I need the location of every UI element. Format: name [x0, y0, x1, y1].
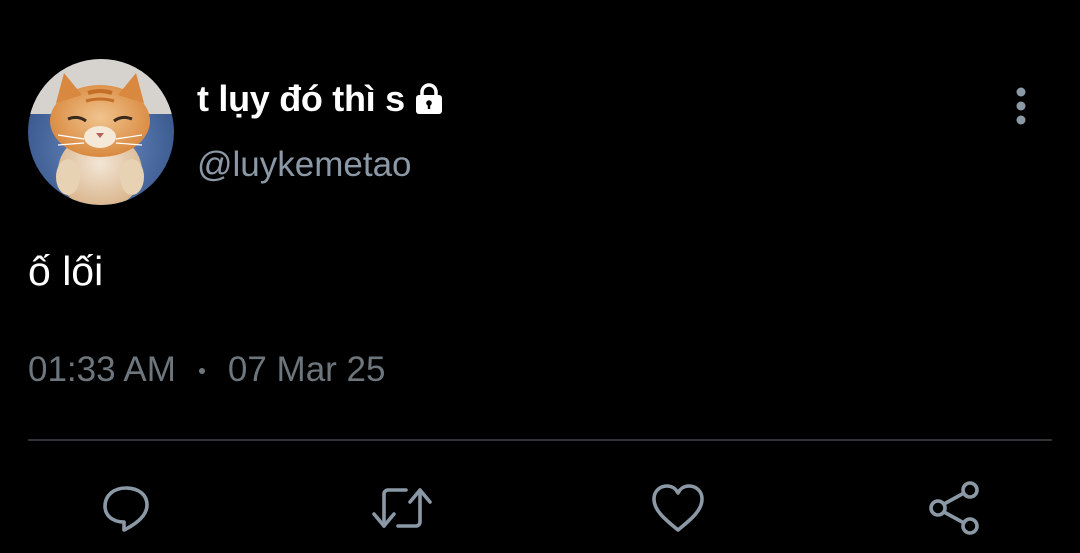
action-bar: [0, 476, 1080, 542]
user-handle[interactable]: @luykemetao: [197, 145, 412, 185]
tweet-timestamp[interactable]: 01:33 AM 07 Mar 25: [28, 350, 385, 390]
more-options-button[interactable]: [1000, 84, 1042, 128]
display-name-text: t lụy đó thì s: [197, 78, 405, 119]
tweet-time: 01:33 AM: [28, 350, 176, 389]
tweet-date: 07 Mar 25: [227, 350, 386, 389]
avatar[interactable]: [28, 59, 174, 205]
divider: [28, 439, 1052, 441]
more-vertical-icon: [1016, 87, 1026, 125]
display-name[interactable]: t lụy đó thì s: [197, 78, 447, 120]
retweet-button[interactable]: [370, 476, 434, 540]
share-icon: [929, 481, 979, 535]
share-button[interactable]: [922, 476, 986, 540]
heart-icon: [652, 484, 704, 532]
tweet-detail: t lụy đó thì s @luykemetao ố lối 01:33 A…: [0, 0, 1080, 553]
retweet-icon: [372, 488, 432, 528]
separator-dot: [198, 368, 205, 374]
lock-icon: [411, 81, 447, 117]
reply-icon: [103, 486, 149, 532]
like-button[interactable]: [646, 476, 710, 540]
tweet-text: ố lối: [28, 248, 104, 294]
cat-avatar-image: [28, 59, 174, 205]
reply-button[interactable]: [94, 476, 158, 540]
